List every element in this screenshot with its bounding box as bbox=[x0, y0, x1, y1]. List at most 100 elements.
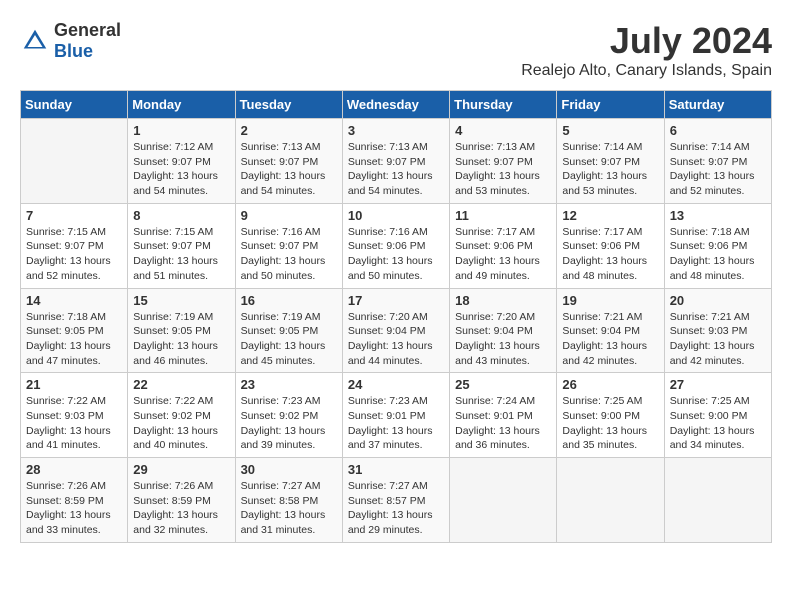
weekday-header-tuesday: Tuesday bbox=[235, 91, 342, 119]
day-info: Sunrise: 7:20 AMSunset: 9:04 PMDaylight:… bbox=[348, 310, 444, 369]
day-number: 28 bbox=[26, 462, 122, 477]
day-number: 13 bbox=[670, 208, 766, 223]
logo-blue-text: Blue bbox=[54, 41, 121, 62]
day-info: Sunrise: 7:22 AMSunset: 9:03 PMDaylight:… bbox=[26, 394, 122, 453]
day-info: Sunrise: 7:23 AMSunset: 9:02 PMDaylight:… bbox=[241, 394, 337, 453]
calendar-cell: 25 Sunrise: 7:24 AMSunset: 9:01 PMDayligh… bbox=[450, 373, 557, 458]
weekday-header-thursday: Thursday bbox=[450, 91, 557, 119]
location-title: Realejo Alto, Canary Islands, Spain bbox=[521, 62, 772, 80]
calendar-cell: 22 Sunrise: 7:22 AMSunset: 9:02 PMDayligh… bbox=[128, 373, 235, 458]
day-info: Sunrise: 7:13 AMSunset: 9:07 PMDaylight:… bbox=[348, 140, 444, 199]
calendar-cell: 8 Sunrise: 7:15 AMSunset: 9:07 PMDaylight… bbox=[128, 203, 235, 288]
day-info: Sunrise: 7:18 AMSunset: 9:05 PMDaylight:… bbox=[26, 310, 122, 369]
calendar-cell: 31Sunrise: 7:27 AMSunset: 8:57 PMDayligh… bbox=[342, 458, 449, 543]
weekday-header-saturday: Saturday bbox=[664, 91, 771, 119]
day-info: Sunrise: 7:26 AMSunset: 8:59 PMDaylight:… bbox=[26, 479, 122, 538]
calendar-week-row: 28 Sunrise: 7:26 AMSunset: 8:59 PMDayligh… bbox=[21, 458, 772, 543]
month-year-title: July 2024 bbox=[521, 20, 772, 62]
day-info: Sunrise: 7:25 AMSunset: 9:00 PMDaylight:… bbox=[670, 394, 766, 453]
day-number: 2 bbox=[241, 123, 337, 138]
day-info: Sunrise: 7:18 AMSunset: 9:06 PMDaylight:… bbox=[670, 225, 766, 284]
day-number: 12 bbox=[562, 208, 658, 223]
day-number: 1 bbox=[133, 123, 229, 138]
calendar-cell: 11Sunrise: 7:17 AMSunset: 9:06 PMDayligh… bbox=[450, 203, 557, 288]
day-info: Sunrise: 7:14 AMSunset: 9:07 PMDaylight:… bbox=[670, 140, 766, 199]
day-info: Sunrise: 7:15 AMSunset: 9:07 PMDaylight:… bbox=[26, 225, 122, 284]
day-info: Sunrise: 7:27 AMSunset: 8:58 PMDaylight:… bbox=[241, 479, 337, 538]
day-number: 26 bbox=[562, 377, 658, 392]
calendar-cell: 9Sunrise: 7:16 AMSunset: 9:07 PMDaylight… bbox=[235, 203, 342, 288]
day-number: 20 bbox=[670, 293, 766, 308]
calendar-cell: 3 Sunrise: 7:13 AMSunset: 9:07 PMDaylight… bbox=[342, 119, 449, 204]
day-number: 22 bbox=[133, 377, 229, 392]
weekday-header-monday: Monday bbox=[128, 91, 235, 119]
calendar-cell: 29Sunrise: 7:26 AMSunset: 8:59 PMDayligh… bbox=[128, 458, 235, 543]
calendar-cell: 28 Sunrise: 7:26 AMSunset: 8:59 PMDayligh… bbox=[21, 458, 128, 543]
day-info: Sunrise: 7:19 AMSunset: 9:05 PMDaylight:… bbox=[133, 310, 229, 369]
calendar-week-row: 7Sunrise: 7:15 AMSunset: 9:07 PMDaylight… bbox=[21, 203, 772, 288]
day-info: Sunrise: 7:14 AMSunset: 9:07 PMDaylight:… bbox=[562, 140, 658, 199]
day-info: Sunrise: 7:13 AMSunset: 9:07 PMDaylight:… bbox=[455, 140, 551, 199]
calendar-cell: 27 Sunrise: 7:25 AMSunset: 9:00 PMDayligh… bbox=[664, 373, 771, 458]
logo-icon bbox=[20, 26, 50, 56]
day-number: 19 bbox=[562, 293, 658, 308]
day-info: Sunrise: 7:12 AMSunset: 9:07 PMDaylight:… bbox=[133, 140, 229, 199]
calendar-cell: 15 Sunrise: 7:19 AMSunset: 9:05 PMDayligh… bbox=[128, 288, 235, 373]
day-info: Sunrise: 7:24 AMSunset: 9:01 PMDaylight:… bbox=[455, 394, 551, 453]
calendar-cell: 19Sunrise: 7:21 AMSunset: 9:04 PMDayligh… bbox=[557, 288, 664, 373]
calendar-week-row: 21Sunrise: 7:22 AMSunset: 9:03 PMDayligh… bbox=[21, 373, 772, 458]
day-number: 8 bbox=[133, 208, 229, 223]
day-number: 31 bbox=[348, 462, 444, 477]
day-number: 9 bbox=[241, 208, 337, 223]
day-number: 6 bbox=[670, 123, 766, 138]
calendar-cell: 13 Sunrise: 7:18 AMSunset: 9:06 PMDayligh… bbox=[664, 203, 771, 288]
title-section: July 2024 Realejo Alto, Canary Islands, … bbox=[521, 20, 772, 80]
calendar-cell bbox=[450, 458, 557, 543]
day-info: Sunrise: 7:13 AMSunset: 9:07 PMDaylight:… bbox=[241, 140, 337, 199]
day-info: Sunrise: 7:16 AMSunset: 9:06 PMDaylight:… bbox=[348, 225, 444, 284]
calendar-cell: 26 Sunrise: 7:25 AMSunset: 9:00 PMDayligh… bbox=[557, 373, 664, 458]
day-info: Sunrise: 7:17 AMSunset: 9:06 PMDaylight:… bbox=[562, 225, 658, 284]
day-number: 30 bbox=[241, 462, 337, 477]
calendar-cell: 14 Sunrise: 7:18 AMSunset: 9:05 PMDayligh… bbox=[21, 288, 128, 373]
weekday-header-row: SundayMondayTuesdayWednesdayThursdayFrid… bbox=[21, 91, 772, 119]
calendar-cell: 16Sunrise: 7:19 AMSunset: 9:05 PMDayligh… bbox=[235, 288, 342, 373]
calendar-cell: 20 Sunrise: 7:21 AMSunset: 9:03 PMDayligh… bbox=[664, 288, 771, 373]
day-info: Sunrise: 7:22 AMSunset: 9:02 PMDaylight:… bbox=[133, 394, 229, 453]
header: General Blue July 2024 Realejo Alto, Can… bbox=[20, 20, 772, 80]
logo-general-text: General bbox=[54, 20, 121, 41]
day-info: Sunrise: 7:21 AMSunset: 9:03 PMDaylight:… bbox=[670, 310, 766, 369]
calendar-cell: 21Sunrise: 7:22 AMSunset: 9:03 PMDayligh… bbox=[21, 373, 128, 458]
day-number: 5 bbox=[562, 123, 658, 138]
day-number: 3 bbox=[348, 123, 444, 138]
calendar-cell: 7Sunrise: 7:15 AMSunset: 9:07 PMDaylight… bbox=[21, 203, 128, 288]
weekday-header-wednesday: Wednesday bbox=[342, 91, 449, 119]
day-number: 14 bbox=[26, 293, 122, 308]
calendar-cell: 10 Sunrise: 7:16 AMSunset: 9:06 PMDayligh… bbox=[342, 203, 449, 288]
day-number: 27 bbox=[670, 377, 766, 392]
calendar-cell: 6 Sunrise: 7:14 AMSunset: 9:07 PMDaylight… bbox=[664, 119, 771, 204]
calendar-week-row: 1 Sunrise: 7:12 AMSunset: 9:07 PMDaylight… bbox=[21, 119, 772, 204]
day-info: Sunrise: 7:23 AMSunset: 9:01 PMDaylight:… bbox=[348, 394, 444, 453]
calendar-table: SundayMondayTuesdayWednesdayThursdayFrid… bbox=[20, 90, 772, 543]
day-number: 15 bbox=[133, 293, 229, 308]
calendar-cell bbox=[557, 458, 664, 543]
day-info: Sunrise: 7:17 AMSunset: 9:06 PMDaylight:… bbox=[455, 225, 551, 284]
day-info: Sunrise: 7:25 AMSunset: 9:00 PMDaylight:… bbox=[562, 394, 658, 453]
day-number: 25 bbox=[455, 377, 551, 392]
day-info: Sunrise: 7:20 AMSunset: 9:04 PMDaylight:… bbox=[455, 310, 551, 369]
day-info: Sunrise: 7:19 AMSunset: 9:05 PMDaylight:… bbox=[241, 310, 337, 369]
day-number: 4 bbox=[455, 123, 551, 138]
day-number: 24 bbox=[348, 377, 444, 392]
day-number: 10 bbox=[348, 208, 444, 223]
calendar-cell: 12 Sunrise: 7:17 AMSunset: 9:06 PMDayligh… bbox=[557, 203, 664, 288]
day-info: Sunrise: 7:15 AMSunset: 9:07 PMDaylight:… bbox=[133, 225, 229, 284]
calendar-cell: 4 Sunrise: 7:13 AMSunset: 9:07 PMDaylight… bbox=[450, 119, 557, 204]
calendar-cell: 2 Sunrise: 7:13 AMSunset: 9:07 PMDaylight… bbox=[235, 119, 342, 204]
day-number: 23 bbox=[241, 377, 337, 392]
day-info: Sunrise: 7:26 AMSunset: 8:59 PMDaylight:… bbox=[133, 479, 229, 538]
day-number: 17 bbox=[348, 293, 444, 308]
day-number: 18 bbox=[455, 293, 551, 308]
calendar-cell: 24 Sunrise: 7:23 AMSunset: 9:01 PMDayligh… bbox=[342, 373, 449, 458]
calendar-cell: 30 Sunrise: 7:27 AMSunset: 8:58 PMDayligh… bbox=[235, 458, 342, 543]
